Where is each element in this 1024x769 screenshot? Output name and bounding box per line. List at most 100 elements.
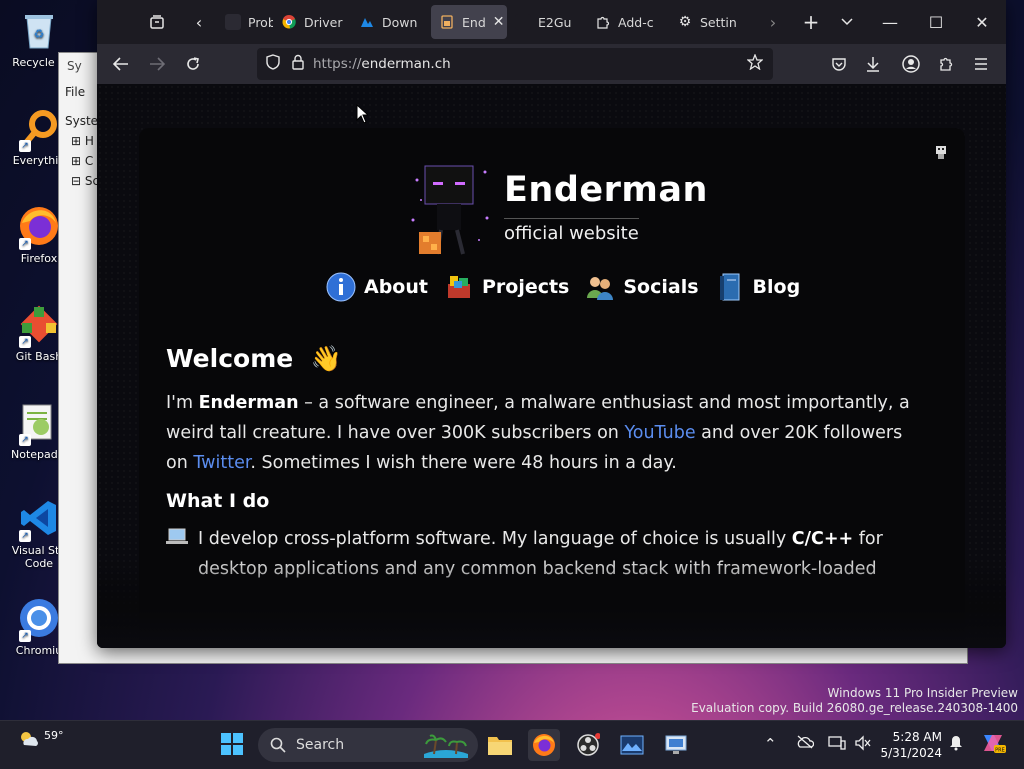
network-display-icon[interactable] [828, 735, 846, 755]
enderman-logo [411, 165, 489, 255]
list-all-tabs-button[interactable] [829, 4, 865, 40]
firefox-icon [533, 734, 555, 756]
chromium-icon: ↗ [17, 596, 61, 642]
windows-watermark: Windows 11 Pro Insider Preview Evaluatio… [691, 686, 1018, 715]
volume-muted-icon[interactable] [854, 735, 872, 755]
background-window-menu-file[interactable]: File [65, 85, 85, 99]
chevron-down-icon [841, 18, 853, 26]
web-page-content[interactable]: Enderman official website About Projects… [97, 84, 1006, 648]
file-explorer-taskbar-button[interactable] [484, 729, 516, 761]
lock-page-icon [439, 14, 455, 30]
bottom-fade [97, 558, 1006, 648]
notepad-plus-plus-icon: ↗ [17, 400, 61, 446]
firefox-window: ‹ Probl Driver Down End ✕ E2Gu Add-c ⚙ [97, 0, 1006, 648]
url-text[interactable]: https://enderman.ch [313, 56, 451, 72]
tab-settings[interactable]: ⚙ Settin [669, 5, 755, 39]
firefox-view-icon [150, 15, 164, 29]
show-hidden-icons-chevron-icon[interactable]: ⌃ [764, 735, 777, 753]
tree-item[interactable]: ⊞ H [65, 131, 99, 151]
bookmark-star-icon[interactable] [746, 53, 764, 74]
tab-downloads[interactable]: Down [351, 5, 431, 39]
tab-e2guardian[interactable]: E2Gu [507, 5, 587, 39]
chrome-icon [281, 14, 297, 30]
minimize-button[interactable]: — [867, 0, 913, 44]
windows-logo-icon [221, 733, 243, 755]
tab-bar: ‹ Probl Driver Down End ✕ E2Gu Add-c ⚙ [97, 0, 1006, 44]
projects-icon [444, 272, 474, 302]
download-arrow-icon [867, 57, 879, 72]
address-bar[interactable]: https://enderman.ch [257, 48, 773, 80]
maximize-button[interactable]: ☐ [913, 0, 959, 44]
tab-scroll-left-button[interactable]: ‹ [181, 4, 217, 40]
small-creature-icon[interactable] [933, 144, 949, 160]
nav-projects[interactable]: Projects [444, 272, 569, 302]
pocket-button[interactable] [821, 48, 857, 80]
search-icon [270, 737, 286, 753]
forward-button[interactable] [139, 48, 175, 80]
intro-paragraph: I'm Enderman – a software engineer, a ma… [166, 393, 910, 473]
monitor-icon [665, 735, 687, 754]
hamburger-menu-icon [975, 58, 987, 70]
laptop-icon [166, 526, 188, 556]
account-button[interactable] [893, 48, 929, 80]
background-window-tree[interactable]: Syste ⊞ H ⊞ C ⊟ Sc [65, 111, 99, 191]
onedrive-cloud-icon[interactable] [796, 735, 815, 753]
everything-search-icon: ↗ [17, 106, 61, 152]
taskbar: 59° Search ⌃ 5:28 AM 5/31/2024 PRE [0, 720, 1024, 769]
git-bash-icon: ↗ [17, 302, 61, 348]
weather-widget[interactable]: 59° [18, 729, 64, 747]
tracking-protection-shield-icon[interactable] [265, 54, 281, 74]
account-icon [902, 55, 920, 73]
tree-item[interactable]: Syste [65, 111, 99, 131]
image-viewer-icon [620, 735, 644, 755]
twitter-link[interactable]: Twitter [193, 453, 250, 473]
tab-scroll-right-button[interactable]: › [755, 4, 791, 40]
pocket-icon [832, 58, 846, 71]
tab-enderman[interactable]: End ✕ [431, 5, 507, 39]
taskbar-search[interactable]: Search [258, 728, 478, 762]
copilot-icon[interactable]: PRE [980, 731, 1006, 759]
tab-drivers[interactable]: Driver [273, 5, 351, 39]
downloads-button[interactable] [855, 48, 891, 80]
firefox-view-button[interactable] [139, 4, 175, 40]
remote-desktop-taskbar-button[interactable] [660, 729, 692, 761]
svg-text:PRE: PRE [995, 748, 1005, 754]
tree-item[interactable]: ⊞ C [65, 151, 99, 171]
lock-icon[interactable] [291, 54, 305, 74]
svg-text:♻: ♻ [34, 27, 45, 41]
site-nav: About Projects Socials Blog [326, 272, 800, 302]
e2-icon [515, 14, 531, 30]
tab-add-ons[interactable]: Add-c [587, 5, 669, 39]
firefox-taskbar-button[interactable] [528, 729, 560, 761]
nav-socials[interactable]: Socials [585, 272, 699, 302]
close-window-button[interactable]: ✕ [959, 0, 1005, 44]
site-subtitle: official website [504, 218, 639, 244]
youtube-link[interactable]: YouTube [624, 423, 695, 443]
people-icon [585, 272, 615, 302]
reload-button[interactable] [175, 48, 211, 80]
gear-icon: ⚙ [678, 14, 692, 30]
taskbar-clock[interactable]: 5:28 AM 5/31/2024 [880, 729, 942, 761]
nav-blog[interactable]: Blog [715, 272, 800, 302]
obs-taskbar-button[interactable] [572, 729, 604, 761]
close-tab-icon[interactable]: ✕ [493, 14, 505, 30]
tab-problems[interactable]: Probl [217, 5, 273, 39]
extensions-button[interactable] [929, 48, 965, 80]
beach-search-highlight-icon [424, 734, 468, 758]
tree-item[interactable]: ⊟ Sc [65, 171, 99, 191]
app-menu-button[interactable] [963, 48, 999, 80]
photos-taskbar-button[interactable] [616, 729, 648, 761]
start-button[interactable] [220, 732, 244, 756]
page-icon [225, 14, 241, 30]
new-tab-button[interactable]: + [793, 4, 829, 40]
back-button[interactable] [103, 48, 139, 80]
firefox-icon: ↗ [17, 204, 61, 250]
weather-cloud-icon [21, 732, 38, 746]
nav-about[interactable]: About [326, 272, 428, 302]
back-arrow-icon [113, 57, 128, 71]
info-icon [326, 272, 356, 302]
notification-bell-icon[interactable] [948, 735, 964, 755]
navigation-toolbar: https://enderman.ch [97, 44, 1006, 84]
forward-arrow-icon [150, 57, 165, 71]
folder-icon [488, 737, 512, 755]
